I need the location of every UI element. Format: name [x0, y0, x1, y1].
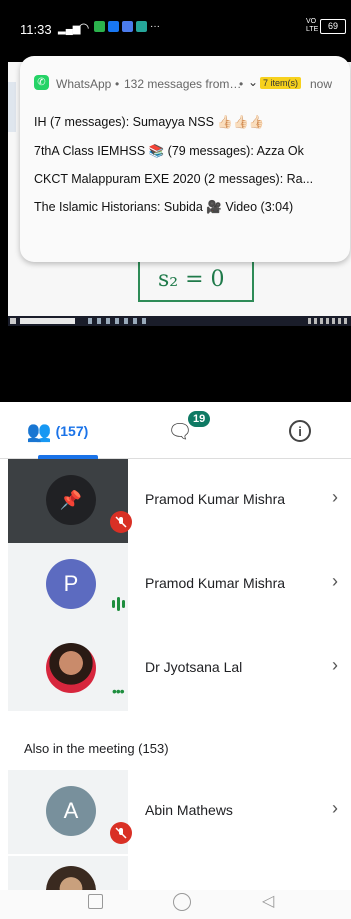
app-icons: ···	[94, 21, 160, 32]
taskbar-search	[20, 318, 75, 324]
profile-photo	[46, 866, 96, 890]
taskbar-tray	[308, 318, 348, 324]
wifi-icon: ◠	[78, 20, 90, 35]
tab-people[interactable]: 👥 (157)	[0, 403, 115, 459]
section-header: Also in the meeting (153)	[24, 741, 169, 756]
notification-dot: •	[115, 77, 120, 91]
participant-row[interactable]: P Pramod Kumar Mishra ›	[0, 543, 351, 627]
notification-line: 7thA Class IEMHSS 📚 (79 messages): Azza …	[34, 144, 304, 158]
mic-off-icon	[110, 822, 132, 844]
notification-time: now	[310, 77, 333, 91]
taskbar-apps	[88, 318, 148, 324]
recents-button[interactable]	[88, 894, 103, 909]
chevron-right-icon[interactable]: ›	[332, 487, 338, 508]
chat-badge: 19	[188, 411, 211, 427]
participant-tile: 📌	[8, 459, 132, 543]
tab-info[interactable]: i	[280, 403, 320, 459]
mic-off-icon	[110, 511, 132, 533]
avatar: A	[46, 786, 96, 836]
taskbar-start	[10, 318, 16, 324]
windows-taskbar	[8, 316, 351, 326]
chevron-right-icon[interactable]: ›	[332, 655, 338, 676]
notification-line: CKCT Malappuram EXE 2020 (2 messages): R…	[34, 172, 314, 186]
whatsapp-notification[interactable]: ✆ WhatsApp • 132 messages from… • ⌄ 7 it…	[20, 56, 350, 262]
participant-tile: A	[8, 770, 132, 854]
participant-name: Dr Jyotsana Lal	[145, 659, 243, 675]
facebook-icon	[108, 21, 119, 32]
items-badge: 7 item(s)	[260, 77, 302, 89]
notification-dot: •	[239, 77, 244, 91]
profile-photo	[46, 643, 96, 693]
more-notifications-icon: ···	[150, 21, 160, 32]
status-time: 11:33	[20, 22, 52, 37]
participant-tile: •••	[8, 627, 128, 711]
meeting-tabs: 👥 (157) 🗨 19 i	[0, 403, 351, 459]
back-button[interactable]: ◁	[262, 891, 274, 911]
notification-app: WhatsApp	[56, 77, 112, 91]
left-ruler	[8, 82, 16, 132]
participant-name: Abin Mathews	[145, 802, 233, 818]
android-nav-bar: ◁	[0, 890, 351, 919]
home-button[interactable]	[173, 893, 191, 911]
formula-text: s₂ = 0	[158, 267, 225, 292]
status-bar: 11:33 ▂▄▆ ◠ ··· VO LTE 69	[0, 0, 351, 58]
avatar: P	[46, 559, 96, 609]
pin-avatar: 📌	[46, 475, 96, 525]
more-dots-icon: •••	[112, 683, 125, 699]
notification-line: IH (7 messages): Sumayya NSS 👍🏻👍🏻👍🏻	[34, 115, 265, 129]
speaking-icon	[112, 597, 125, 611]
chevron-right-icon[interactable]: ›	[332, 571, 338, 592]
battery-icon: 69	[320, 19, 346, 34]
tab-chat[interactable]: 🗨 19	[150, 403, 211, 459]
info-icon: i	[289, 420, 311, 442]
volte-icon: VO LTE	[306, 18, 319, 33]
participant-name: Pramod Kumar Mishra	[145, 575, 286, 591]
participant-tile: P	[8, 543, 128, 627]
notification-subtitle: 132 messages from…	[124, 77, 242, 91]
whatsapp-icon: ✆	[34, 75, 49, 90]
participant-name: Pramod Kumar Mishra	[145, 491, 286, 507]
messages-icon	[94, 21, 105, 32]
people-icon: 👥	[26, 420, 52, 443]
expand-chevron-icon[interactable]: ⌄	[248, 75, 258, 89]
chevron-right-icon[interactable]: ›	[332, 798, 338, 819]
participant-row[interactable]: 📌 Pramod Kumar Mishra ›	[0, 459, 351, 543]
participant-row[interactable]: A Abin Mathews ›	[0, 770, 351, 854]
notification-line: The Islamic Historians: Subida 🎥 Video (…	[34, 200, 294, 214]
participant-row[interactable]: ••• Dr Jyotsana Lal ›	[0, 627, 351, 711]
participant-tile	[8, 856, 128, 890]
people-count: (157)	[55, 423, 89, 439]
app-icon	[136, 21, 147, 32]
pin-icon: 📌	[59, 489, 83, 510]
meet-icon	[122, 21, 133, 32]
